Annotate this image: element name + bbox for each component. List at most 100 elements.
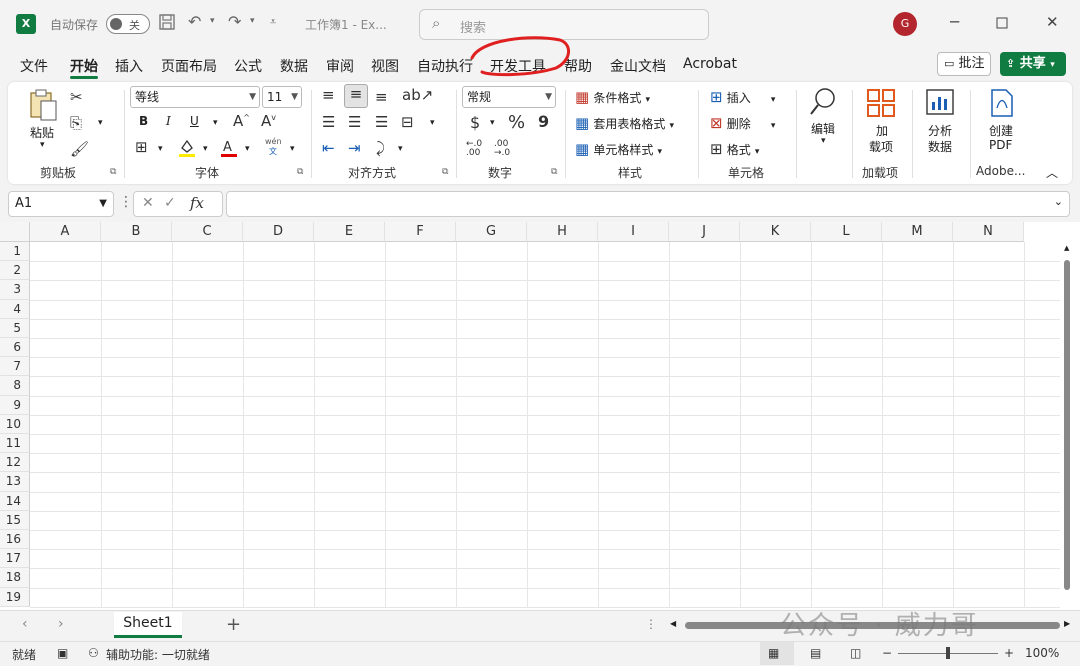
undo-dropdown-icon[interactable]: ▾ [210,16,215,26]
close-icon[interactable]: ✕ [1046,13,1059,31]
tab-review[interactable]: 审阅 [326,56,354,76]
select-all-corner[interactable] [0,222,30,242]
tab-view[interactable]: 视图 [371,56,399,76]
merge-center-icon[interactable]: ⊟ [401,113,414,131]
row-header[interactable]: 18 [0,568,30,588]
normal-view-icon[interactable]: ▦ [768,646,779,660]
row-header[interactable]: 17 [0,549,30,569]
zoom-slider-thumb[interactable] [946,647,950,659]
row-header[interactable]: 15 [0,510,30,530]
format-cells-button[interactable]: ⊞ 格式 ▾ [710,140,759,158]
avatar[interactable]: G [893,12,917,36]
align-middle-icon[interactable]: ≡ [344,84,368,108]
decrease-decimal-icon[interactable]: .00 →.0 [494,140,510,158]
decrease-font-icon[interactable]: Av [261,112,276,130]
column-header[interactable]: E [314,222,385,242]
font-name-select[interactable]: 等线 ▼ [130,86,260,108]
row-header[interactable]: 9 [0,395,30,415]
increase-decimal-icon[interactable]: ←.0.00 [466,140,482,158]
scroll-left-icon[interactable]: ◀ [670,619,676,628]
row-header[interactable]: 5 [0,318,30,338]
phonetic-dropdown-icon[interactable]: ▾ [290,144,295,154]
column-header[interactable]: D [243,222,314,242]
zoom-percent[interactable]: 100% [1025,646,1059,660]
zoom-out-icon[interactable]: − [882,646,892,660]
row-header[interactable]: 3 [0,280,30,300]
align-left-icon[interactable]: ☰ [322,113,335,131]
align-bottom-icon[interactable]: ≡ [375,88,388,106]
macro-record-icon[interactable]: ▣ [57,646,68,660]
row-header[interactable]: 19 [0,587,30,607]
percent-button[interactable]: % [508,112,525,133]
row-header[interactable]: 14 [0,491,30,511]
align-right-icon[interactable]: ☰ [375,113,388,131]
alignment-launcher-icon[interactable]: ⧉ [442,167,448,177]
conditional-format-button[interactable]: ▦ 条件格式 ▾ [575,88,650,106]
analyze-data-icon[interactable] [925,88,955,122]
row-header[interactable]: 1 [0,242,30,262]
column-header[interactable]: H [527,222,598,242]
column-header[interactable]: N [953,222,1024,242]
row-header[interactable]: 16 [0,530,30,550]
editing-label[interactable]: 编辑 [811,120,835,137]
redo-dropdown-icon[interactable]: ▾ [250,16,255,26]
minimize-icon[interactable]: ─ [950,13,959,31]
merge-dropdown-icon[interactable]: ▾ [430,118,435,128]
tab-home[interactable]: 开始 [70,56,98,76]
currency-dropdown-icon[interactable]: ▾ [490,118,495,128]
wrap-text-icon[interactable]: ⤸ [376,139,385,157]
column-header[interactable]: L [811,222,882,242]
scroll-up-icon[interactable]: ▲ [1064,244,1069,252]
share-button[interactable]: ⇪ 共享 ▾ [1000,52,1066,76]
more-options-icon[interactable]: ⋮ [119,194,133,210]
paste-dropdown-icon[interactable]: ▾ [40,140,45,150]
editing-dropdown-icon[interactable]: ▾ [821,136,826,146]
phonetic-icon[interactable]: wén 文 [265,137,282,157]
clipboard-launcher-icon[interactable]: ⧉ [110,167,116,177]
number-format-select[interactable]: 常规 ▼ [462,86,556,108]
increase-font-icon[interactable]: A^ [233,112,250,130]
column-header[interactable]: A [30,222,101,242]
currency-button[interactable]: $ [470,113,480,132]
font-size-select[interactable]: 11 ▼ [262,86,302,108]
tab-page-layout[interactable]: 页面布局 [161,56,217,76]
tab-file[interactable]: 文件 [20,56,48,76]
page-layout-view-icon[interactable]: ▤ [810,646,821,660]
editing-button[interactable] [808,86,840,122]
tab-kingsoft-docs[interactable]: 金山文档 [610,56,666,76]
tab-insert[interactable]: 插入 [115,56,143,76]
column-header[interactable]: G [456,222,527,242]
delete-cells-button[interactable]: ⊠ 删除 ▾ [710,114,775,132]
scroll-right-icon[interactable]: ▶ [1064,619,1070,628]
bold-button[interactable]: B [139,114,148,128]
sheet-tab[interactable]: Sheet1 [114,612,182,638]
insert-function-button[interactable]: fx [190,194,204,212]
paste-icon[interactable] [28,88,60,126]
row-header[interactable]: 2 [0,261,30,281]
pdf-label-line2[interactable]: PDF [989,138,1012,152]
decrease-indent-icon[interactable]: ⇤ [322,139,335,157]
analyze-label-line1[interactable]: 分析 [928,122,952,139]
collapse-ribbon-icon[interactable]: ︿ [1046,164,1058,181]
row-header[interactable]: 11 [0,434,30,454]
vertical-scrollbar[interactable]: ▲ [1064,242,1072,608]
row-header[interactable]: 12 [0,453,30,473]
create-pdf-icon[interactable] [988,88,1016,122]
format-painter-icon[interactable]: 🖌 [70,140,89,158]
border-dropdown-icon[interactable]: ▾ [158,144,163,154]
column-header[interactable]: J [669,222,740,242]
orientation-icon[interactable]: ab↗ [402,86,433,104]
accessibility-status[interactable]: 辅助功能: 一切就绪 [106,646,210,663]
confirm-icon[interactable]: ✓ [164,195,176,211]
underline-button[interactable]: U [190,114,199,128]
row-header[interactable]: 10 [0,414,30,434]
underline-dropdown-icon[interactable]: ▾ [213,118,218,128]
formula-input[interactable]: ⌄ [226,191,1070,217]
increase-indent-icon[interactable]: ⇥ [348,139,361,157]
customize-toolbar-icon[interactable]: ⩡ [270,15,276,29]
wrap-dropdown-icon[interactable]: ▾ [398,144,403,154]
cell-styles-button[interactable]: ▦ 单元格样式 ▾ [575,140,662,158]
vertical-scroll-thumb[interactable] [1064,260,1070,590]
column-header[interactable]: I [598,222,669,242]
save-icon[interactable] [158,13,176,35]
